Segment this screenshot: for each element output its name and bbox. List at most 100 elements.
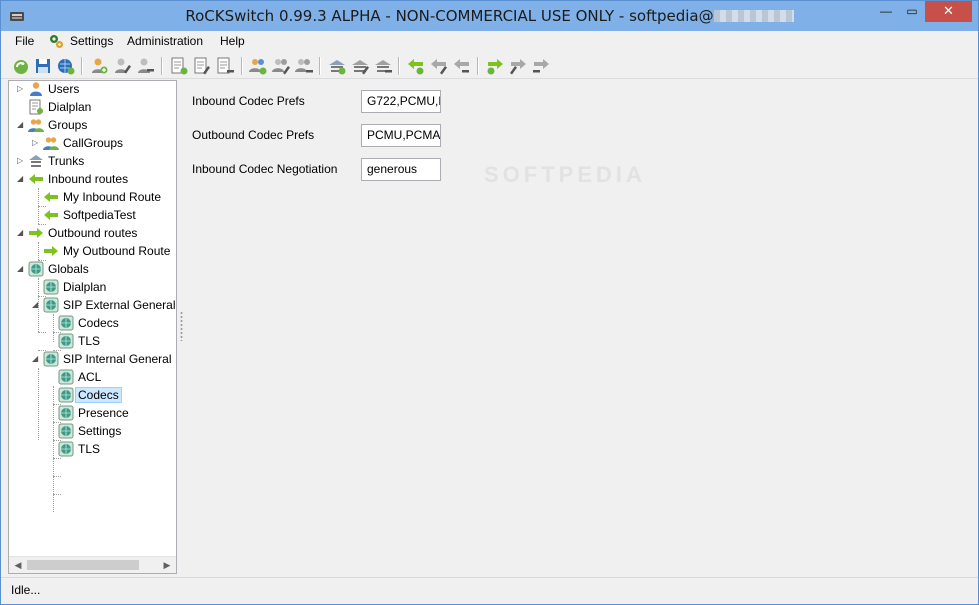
remove-outbound-route-icon[interactable] [531, 56, 551, 76]
menu-file[interactable]: File [15, 34, 34, 48]
collapse-icon[interactable]: ◢ [17, 265, 25, 273]
expand-icon[interactable]: ▷ [17, 85, 25, 93]
tree-item-callgroups[interactable]: ▷ CallGroups [9, 135, 175, 153]
menu-settings[interactable]: Settings [70, 34, 113, 48]
globe-icon [43, 297, 59, 313]
gear-icon [50, 35, 63, 48]
save-icon[interactable] [33, 56, 53, 76]
tree-item-globals[interactable]: ◢ Globals [9, 261, 175, 279]
tree-item-my-outbound-route[interactable]: My Outbound Route [9, 243, 175, 261]
tree-item-external-codecs[interactable]: Codecs [9, 315, 175, 333]
remove-trunk-icon[interactable] [373, 56, 393, 76]
tree-item-trunks[interactable]: ▷ Trunks [9, 153, 175, 171]
close-button[interactable]: ✕ [925, 1, 972, 22]
outbound-arrow-icon [29, 228, 43, 238]
tree-horizontal-scrollbar[interactable]: ◀ ▶ [9, 556, 176, 573]
expand-icon[interactable]: ▷ [32, 139, 40, 147]
status-bar: Idle... [1, 577, 978, 604]
globe-icon [58, 405, 74, 421]
tree-item-globals-dialplan[interactable]: Dialplan [9, 279, 175, 297]
edit-trunk-icon[interactable] [350, 56, 370, 76]
tree-item-internal-codecs[interactable]: Codecs [9, 387, 175, 405]
user-icon [30, 82, 42, 96]
tree-item-external-tls[interactable]: TLS [9, 333, 175, 351]
menu-administration[interactable]: Administration [127, 34, 203, 48]
inbound-codec-negotiation-field[interactable]: generous [361, 158, 441, 181]
inbound-codec-prefs-field[interactable]: G722,PCMU,P [361, 90, 441, 113]
outbound-arrow-icon [44, 246, 58, 256]
scrollbar-thumb[interactable] [27, 560, 139, 570]
tree-item-groups[interactable]: ◢ Groups [9, 117, 175, 135]
edit-user-icon[interactable] [112, 56, 132, 76]
add-trunk-icon[interactable] [327, 56, 347, 76]
outbound-codec-prefs-field[interactable]: PCMU,PCMA [361, 124, 441, 147]
edit-outbound-route-icon[interactable] [508, 56, 528, 76]
minimize-button[interactable]: — [873, 1, 899, 22]
collapse-icon[interactable]: ◢ [32, 301, 40, 309]
collapse-icon[interactable]: ◢ [17, 229, 25, 237]
globe-icon [58, 315, 74, 331]
status-text: Idle... [11, 583, 41, 597]
toolbar-separator [161, 57, 162, 75]
globe-icon [58, 441, 74, 457]
scroll-left-icon[interactable]: ◀ [12, 559, 24, 571]
tree-connector [53, 476, 61, 477]
remove-dialplan-icon[interactable] [215, 56, 235, 76]
tree-item-settings[interactable]: Settings [9, 423, 175, 441]
inbound-codec-negotiation-label: Inbound Codec Negotiation [192, 162, 338, 176]
menu-bar: File Settings Administration Help [1, 31, 978, 52]
toolbar-separator [319, 57, 320, 75]
tree-item-internal-tls[interactable]: TLS [9, 441, 175, 459]
collapse-icon[interactable]: ◢ [17, 121, 25, 129]
tree-item-sip-external-general[interactable]: ◢ SIP External General [9, 297, 176, 315]
inbound-arrow-icon [29, 174, 43, 184]
add-inbound-route-icon[interactable] [406, 56, 426, 76]
inbound-arrow-icon [44, 210, 58, 220]
remove-group-icon[interactable] [294, 56, 314, 76]
inbound-codec-prefs-label: Inbound Codec Prefs [192, 94, 305, 108]
navigation-tree[interactable]: ▷ Users Dialplan ◢ Groups ▷ CallGroups ▷… [8, 80, 177, 574]
add-user-icon[interactable] [89, 56, 109, 76]
dialplan-icon [29, 99, 43, 115]
tree-item-inbound-routes[interactable]: ◢ Inbound routes [9, 171, 175, 189]
tree-item-acl[interactable]: ACL [9, 369, 175, 387]
add-outbound-route-icon[interactable] [485, 56, 505, 76]
globe-refresh-icon[interactable] [56, 56, 76, 76]
edit-inbound-route-icon[interactable] [429, 56, 449, 76]
globe-icon [28, 261, 44, 277]
maximize-button[interactable]: ▭ [899, 1, 925, 22]
collapse-icon[interactable]: ◢ [17, 175, 25, 183]
tree-item-presence[interactable]: Presence [9, 405, 175, 423]
title-bar[interactable]: RoCKSwitch 0.99.3 ALPHA - NON-COMMERCIAL… [1, 1, 978, 31]
add-group-icon[interactable] [248, 56, 268, 76]
scroll-right-icon[interactable]: ▶ [161, 559, 173, 571]
toolbar-separator [398, 57, 399, 75]
tree-item-outbound-routes[interactable]: ◢ Outbound routes [9, 225, 175, 243]
refresh-icon[interactable] [11, 56, 31, 76]
remove-user-icon[interactable] [135, 56, 155, 76]
tree-item-my-inbound-route[interactable]: My Inbound Route [9, 189, 175, 207]
group-icon [28, 119, 44, 132]
globe-icon [58, 333, 74, 349]
group-icon [43, 137, 59, 150]
tree-item-dialplan[interactable]: Dialplan [9, 99, 175, 117]
panel-splitter[interactable] [180, 311, 183, 341]
globe-icon [58, 387, 74, 403]
add-dialplan-icon[interactable] [169, 56, 189, 76]
tree-connector [53, 494, 61, 495]
toolbar [1, 53, 978, 79]
tree-item-sip-internal-general[interactable]: ◢ SIP Internal General [9, 351, 175, 369]
globe-icon [43, 279, 59, 295]
menu-help[interactable]: Help [220, 34, 245, 48]
edit-dialplan-icon[interactable] [192, 56, 212, 76]
edit-group-icon[interactable] [271, 56, 291, 76]
expand-icon[interactable]: ▷ [17, 157, 25, 165]
redacted-email [713, 10, 794, 22]
codecs-settings-panel: SOFTPEDIA Inbound Codec Prefs G722,PCMU,… [184, 80, 976, 574]
remove-inbound-route-icon[interactable] [452, 56, 472, 76]
tree-item-softpedia-test[interactable]: SoftpediaTest [9, 207, 175, 225]
globe-icon [58, 369, 74, 385]
trunk-icon [29, 155, 43, 167]
tree-item-users[interactable]: ▷ Users [9, 81, 175, 99]
collapse-icon[interactable]: ◢ [32, 355, 40, 363]
